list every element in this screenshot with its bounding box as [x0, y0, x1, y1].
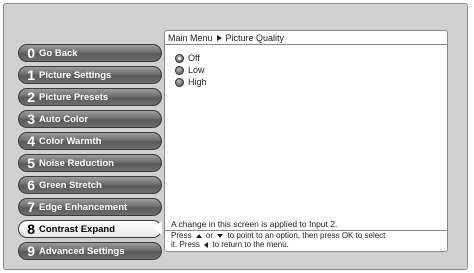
menu-item-label: Noise Reduction: [39, 157, 114, 169]
option-label: Low: [188, 65, 205, 75]
breadcrumb-arrow-icon: [216, 35, 222, 41]
breadcrumb-parent: Main Menu: [168, 33, 213, 43]
menu-item-auto-color[interactable]: 3 Auto Color: [18, 110, 162, 128]
option-list: Off Low High: [175, 52, 207, 88]
menu-item-noise-reduction[interactable]: 5 Noise Reduction: [18, 154, 162, 172]
up-arrow-icon: [195, 233, 202, 238]
menu-item-number: 0: [27, 45, 35, 61]
menu-item-picture-settings[interactable]: 1 Picture Settings: [18, 66, 162, 84]
menu-item-label: Advanced Settings: [39, 245, 125, 257]
breadcrumb-current: Picture Quality: [225, 33, 285, 43]
menu-item-label: Auto Color: [39, 113, 89, 125]
help-text-part: or: [205, 231, 214, 240]
help-text: Press or to point to an option, then pre…: [171, 231, 443, 249]
menu-item-contrast-expand[interactable]: 8 Contrast Expand: [18, 220, 162, 238]
option-label: High: [188, 77, 207, 87]
menu-item-label: Color Warmth: [39, 135, 102, 147]
menu-item-number: 1: [27, 67, 35, 83]
breadcrumb: Main Menu Picture Quality: [168, 33, 444, 43]
menu-item-go-back[interactable]: 0 Go Back: [18, 44, 162, 62]
menu-item-label: Green Stretch: [39, 179, 102, 191]
left-arrow-icon: [204, 241, 209, 248]
menu-item-label: Picture Presets: [39, 91, 109, 103]
picture-quality-panel: Main Menu Picture Quality Off Low High A…: [164, 30, 448, 252]
down-arrow-icon: [217, 233, 224, 238]
help-text-part: to point to an option, then press OK to …: [227, 231, 386, 240]
input-notice: A change in this screen is applied to In…: [171, 219, 338, 229]
menu-item-color-warmth[interactable]: 4 Color Warmth: [18, 132, 162, 150]
menu-item-number: 3: [27, 111, 35, 127]
radio-icon: [175, 77, 184, 87]
option-label: Off: [188, 53, 200, 63]
radio-icon: [175, 65, 184, 75]
menu-item-label: Contrast Expand: [39, 223, 116, 235]
menu-item-number: 8: [27, 221, 35, 237]
menu-item-green-stretch[interactable]: 6 Green Stretch: [18, 176, 162, 194]
option-low[interactable]: Low: [175, 64, 207, 76]
menu-item-label: Edge Enhancement: [39, 201, 128, 213]
menu-item-number: 4: [27, 133, 35, 149]
option-high[interactable]: High: [175, 76, 207, 88]
menu-item-number: 9: [27, 243, 35, 259]
menu-item-number: 7: [27, 199, 35, 215]
option-off[interactable]: Off: [175, 52, 207, 64]
menu-item-edge-enhancement[interactable]: 7 Edge Enhancement: [18, 198, 162, 216]
menu-item-advanced-settings[interactable]: 9 Advanced Settings: [18, 242, 162, 260]
divider: [165, 44, 447, 45]
radio-icon: [175, 53, 184, 63]
menu-item-label: Picture Settings: [39, 69, 112, 81]
help-text-part: Press: [171, 231, 192, 240]
active-item-pointer-icon: [153, 221, 162, 235]
tv-menu-screen: 0 Go Back 1 Picture Settings 2 Picture P…: [3, 3, 468, 270]
menu-item-label: Go Back: [39, 47, 78, 59]
menu-item-picture-presets[interactable]: 2 Picture Presets: [18, 88, 162, 106]
menu-item-number: 5: [27, 155, 35, 171]
menu-item-number: 2: [27, 89, 35, 105]
help-text-part: it. Press: [171, 240, 200, 249]
menu-item-number: 6: [27, 177, 35, 193]
help-text-part: to return to the menu.: [212, 240, 289, 249]
